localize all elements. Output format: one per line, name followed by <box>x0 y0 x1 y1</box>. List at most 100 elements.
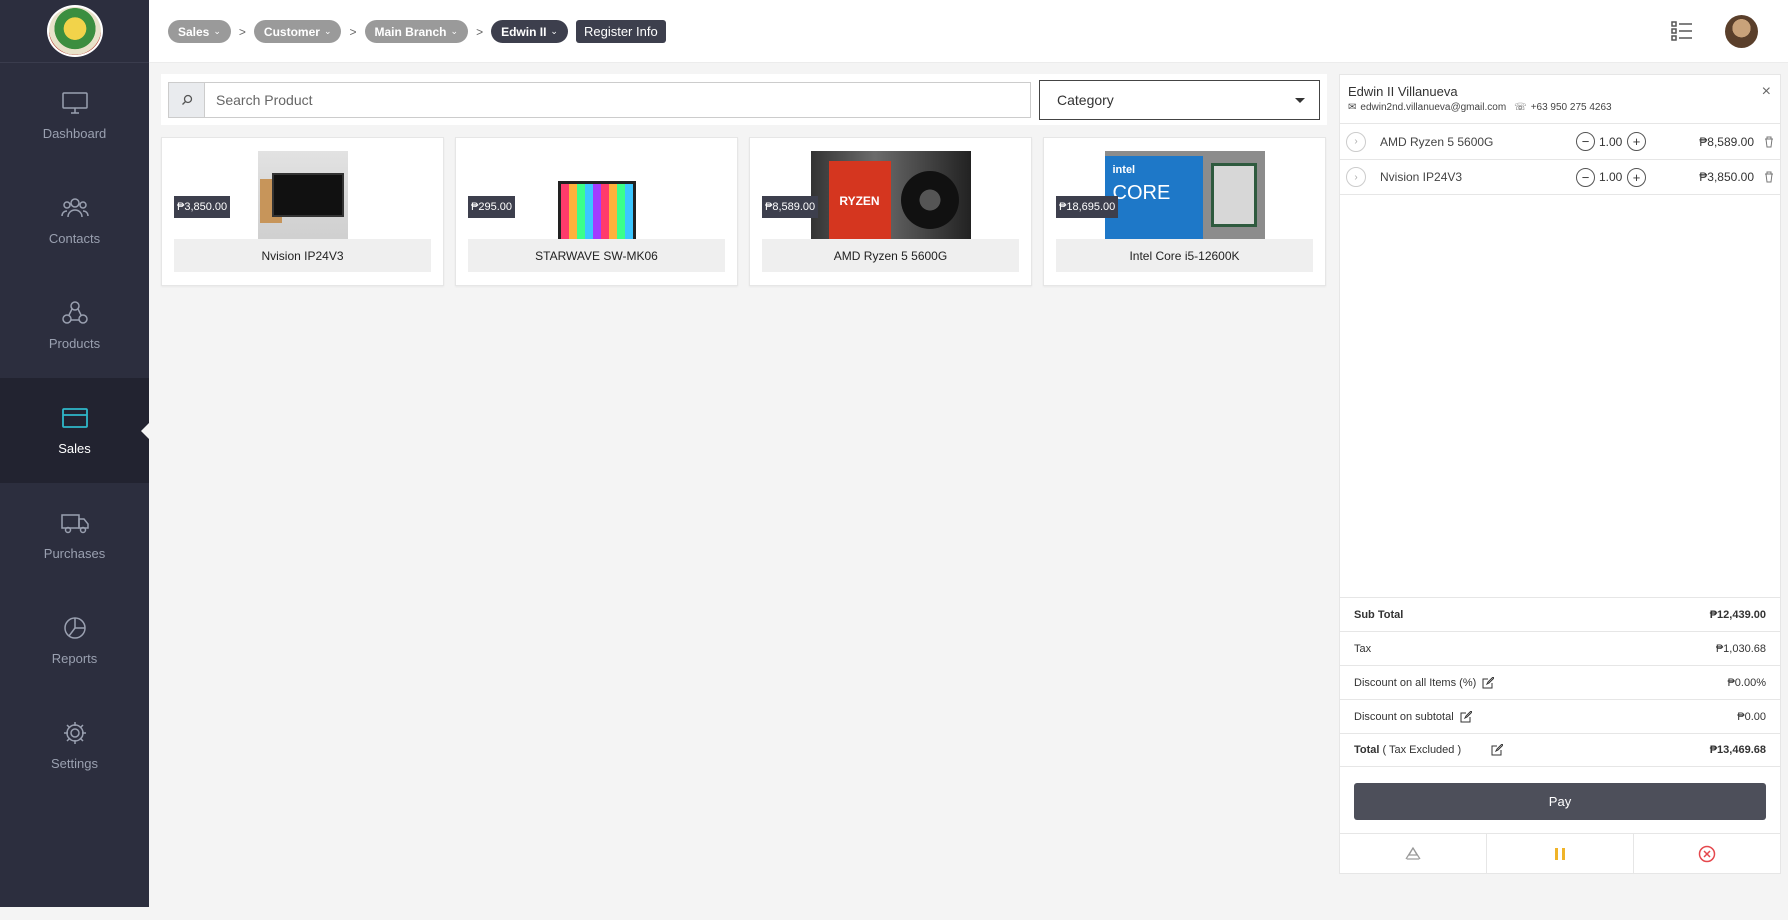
mail-icon: ✉ <box>1348 102 1357 113</box>
trash-icon[interactable] <box>1764 171 1774 183</box>
card-icon <box>61 408 88 428</box>
product-grid: ₱3,850.00 Nvision IP24V3 ₱295.00 STARWAV… <box>161 137 1327 286</box>
ryzen-box-text: RYZEN <box>828 161 891 241</box>
pie-chart-icon <box>63 617 86 639</box>
total-label: Total <box>1354 744 1380 756</box>
close-icon[interactable]: × <box>1762 83 1771 101</box>
breadcrumb-customer[interactable]: Customer ⌄ <box>253 20 342 43</box>
customer-name: Edwin II Villanueva <box>1348 84 1458 99</box>
decrease-qty-button[interactable]: − <box>1576 167 1595 187</box>
search-input[interactable] <box>205 83 1030 117</box>
subtotal-value: ₱12,439.00 <box>1709 608 1766 621</box>
sidebar-item-products[interactable]: Products <box>0 273 149 378</box>
edit-icon[interactable] <box>1460 710 1472 723</box>
cart-item-row: › AMD Ryzen 5 5600G − 1.00 + ₱8,589.00 <box>1340 123 1780 159</box>
sidebar-item-settings[interactable]: Settings <box>0 693 149 798</box>
product-image: intel CORE <box>1104 151 1265 241</box>
cancel-sale-button[interactable] <box>1634 834 1780 873</box>
product-image <box>257 151 348 241</box>
pause-icon <box>1555 847 1565 860</box>
category-label: Category <box>1057 92 1114 108</box>
cart-panel: Edwin II Villanueva ✉ edwin2nd.villanuev… <box>1339 74 1781 874</box>
subtotal-row: Sub Total ₱12,439.00 <box>1340 597 1780 631</box>
product-card[interactable]: ₱295.00 STARWAVE SW-MK06 <box>455 137 738 286</box>
sidebar-item-label: Contacts <box>48 231 101 246</box>
breadcrumb-separator: > <box>349 24 357 39</box>
gear-icon <box>63 722 86 744</box>
cart-item-row: › Nvision IP24V3 − 1.00 + ₱3,850.00 <box>1340 159 1780 195</box>
tax-label: Tax <box>1354 642 1372 655</box>
breadcrumb-register[interactable]: Edwin II ⌄ <box>491 20 568 43</box>
avatar[interactable] <box>1725 15 1758 48</box>
hold-button[interactable] <box>1487 834 1634 873</box>
sidebar-item-label: Settings <box>51 756 98 771</box>
cart-item-qty[interactable]: 1.00 <box>1599 135 1622 149</box>
contacts-icon <box>60 198 89 218</box>
cart-item-amount: ₱8,589.00 <box>1699 134 1754 149</box>
search-icon <box>181 94 192 105</box>
increase-qty-button[interactable]: + <box>1627 167 1646 187</box>
sidebar-item-label: Reports <box>51 651 98 666</box>
sidebar-item-label: Sales <box>58 441 91 456</box>
sidebar-item-dashboard[interactable]: Dashboard <box>0 63 149 168</box>
chevron-down-icon: ⌄ <box>323 26 332 36</box>
total-row: Total ( Tax Excluded ) ₱13,469.68 <box>1340 733 1780 767</box>
breadcrumb-label: Customer <box>263 24 320 39</box>
recycle-button[interactable] <box>1340 834 1487 873</box>
cart-item-name: AMD Ryzen 5 5600G <box>1380 134 1494 149</box>
product-card[interactable]: intel CORE ₱18,695.00 Intel Core i5-1260… <box>1043 137 1326 286</box>
products-icon <box>61 301 88 324</box>
product-card[interactable]: ₱3,850.00 Nvision IP24V3 <box>161 137 444 286</box>
trash-icon[interactable] <box>1764 136 1774 148</box>
sidebar-item-label: Products <box>48 336 101 351</box>
breadcrumb-separator: > <box>476 24 484 39</box>
sidebar-item-label: Dashboard <box>42 126 107 141</box>
edit-icon[interactable] <box>1491 744 1504 756</box>
breadcrumb-separator: > <box>238 24 246 39</box>
product-image: RYZEN <box>810 151 971 241</box>
cancel-icon <box>1698 845 1716 862</box>
sidebar-item-sales[interactable]: Sales <box>0 378 150 483</box>
product-card[interactable]: RYZEN ₱8,589.00 AMD Ryzen 5 5600G <box>749 137 1032 286</box>
edit-icon[interactable] <box>1482 676 1495 689</box>
expand-icon[interactable]: › <box>1346 131 1366 152</box>
intel-core-text: CORE <box>1112 182 1171 204</box>
discount-all-row: Discount on all Items (%) ₱0.00% <box>1340 665 1780 699</box>
cart-item-qty[interactable]: 1.00 <box>1599 170 1622 184</box>
sidebar-item-contacts[interactable]: Contacts <box>0 168 149 273</box>
chevron-down-icon: ⌄ <box>450 26 459 36</box>
customer-phone: +63 950 275 4263 <box>1530 102 1612 113</box>
discount-subtotal-value: ₱0.00 <box>1737 710 1766 723</box>
sidebar-item-reports[interactable]: Reports <box>0 588 149 693</box>
sidebar-item-purchases[interactable]: Purchases <box>0 483 149 588</box>
product-price: ₱295.00 <box>468 196 515 218</box>
breadcrumb-branch[interactable]: Main Branch ⌄ <box>364 20 469 43</box>
decrease-qty-button[interactable]: − <box>1576 132 1595 151</box>
tax-row: Tax ₱1,030.68 <box>1340 631 1780 665</box>
increase-qty-button[interactable]: + <box>1627 132 1646 151</box>
register-info-button[interactable]: Register Info <box>575 20 666 43</box>
pay-button[interactable]: Pay <box>1354 783 1766 820</box>
monitor-icon <box>61 92 88 114</box>
list-view-icon[interactable] <box>1670 20 1694 42</box>
expand-icon[interactable]: › <box>1346 167 1366 187</box>
recycle-icon <box>1405 846 1421 860</box>
product-area: Category ₱3,850.00 Nvision IP24V3 ₱295.0… <box>161 74 1327 286</box>
product-price: ₱8,589.00 <box>762 196 819 218</box>
customer-email: edwin2nd.villanueva@gmail.com <box>1360 102 1507 113</box>
discount-all-label: Discount on all Items (%) <box>1354 676 1477 689</box>
truck-icon <box>60 514 89 534</box>
product-name: Intel Core i5-12600K <box>1056 239 1313 272</box>
cart-item-name: Nvision IP24V3 <box>1380 170 1463 184</box>
search-row: Category <box>161 74 1327 125</box>
sidebar: Dashboard Contacts Products Sales Purcha… <box>0 0 150 907</box>
search-icon-wrap <box>169 83 205 117</box>
chevron-down-icon: ⌄ <box>213 26 221 36</box>
company-logo[interactable] <box>46 5 103 57</box>
total-note: ( Tax Excluded ) <box>1382 744 1462 756</box>
breadcrumb-sales[interactable]: Sales ⌄ <box>168 20 231 43</box>
cart-actions <box>1340 833 1780 873</box>
footer-strip <box>0 907 1788 920</box>
category-select[interactable]: Category <box>1039 80 1320 120</box>
breadcrumb-label: Sales <box>178 24 210 39</box>
